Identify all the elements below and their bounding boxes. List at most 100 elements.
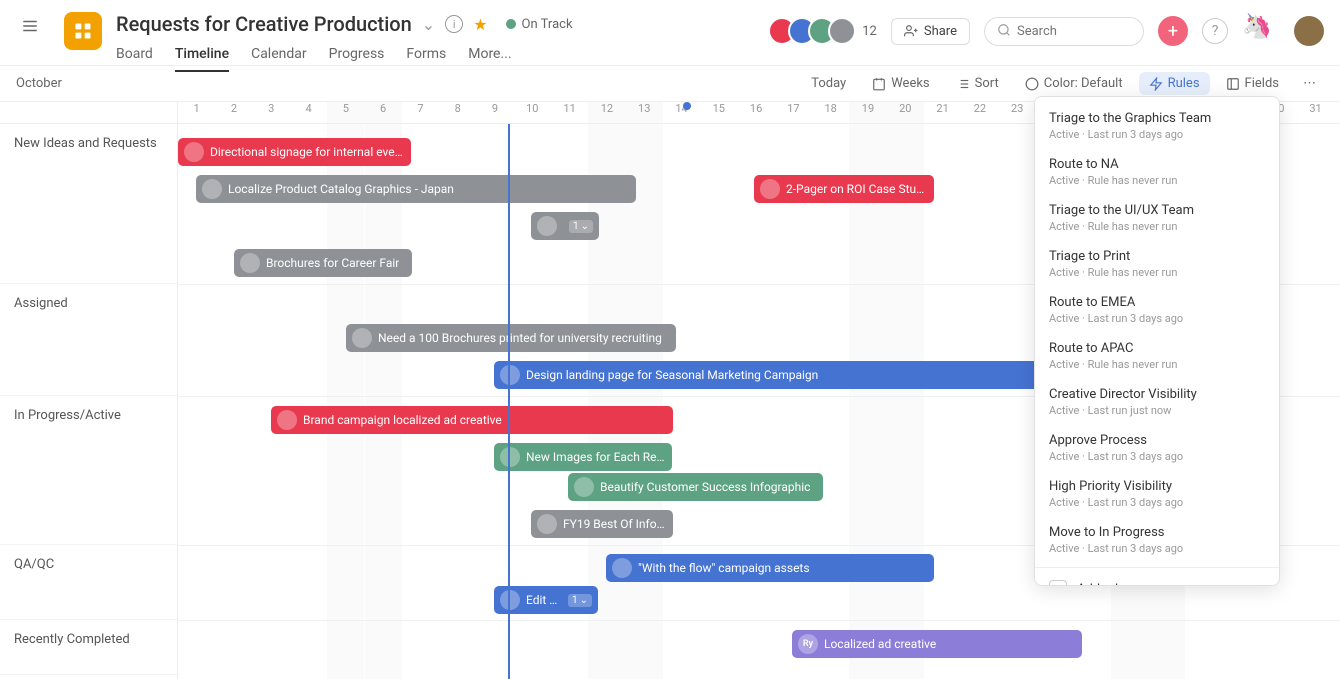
weekend-column — [626, 124, 663, 679]
avatar — [240, 253, 260, 273]
day-cell: 8 — [439, 102, 476, 123]
share-button[interactable]: Share — [891, 18, 970, 45]
status-text: On Track — [522, 17, 573, 32]
section-assigned[interactable]: Assigned — [0, 284, 177, 396]
avatar — [537, 514, 557, 534]
rule-meta: Active · Last run 3 days ago — [1049, 450, 1265, 463]
task-bar[interactable]: "With the flow" campaign assets — [606, 554, 934, 582]
weekend-column — [327, 124, 364, 679]
avatar — [277, 410, 297, 430]
rules-button[interactable]: Rules — [1139, 72, 1210, 95]
avatar — [760, 179, 780, 199]
rule-name: Triage to Print — [1049, 249, 1265, 264]
avatar — [574, 477, 594, 497]
rule-item[interactable]: Approve ProcessActive · Last run 3 days … — [1035, 425, 1279, 471]
search-input[interactable] — [1017, 24, 1131, 39]
tab-board[interactable]: Board — [116, 46, 153, 72]
task-label: FY19 Best Of Infographic — [563, 517, 667, 531]
app-header: Requests for Creative Production ⌄ i ★ O… — [0, 0, 1340, 65]
header-right: 12 Share + ? 🦄 — [776, 12, 1324, 50]
star-icon[interactable]: ★ — [473, 15, 487, 34]
rule-name: Route to EMEA — [1049, 295, 1265, 310]
task-bar[interactable]: Brand campaign localized ad creative — [271, 406, 673, 434]
status[interactable]: On Track — [506, 17, 573, 32]
task-bar[interactable]: RyLocalized ad creative — [792, 630, 1082, 658]
day-cell: 13 — [626, 102, 663, 123]
tab-progress[interactable]: Progress — [329, 46, 385, 72]
task-bar[interactable]: 2-Pager on ROI Case Study — [754, 175, 934, 203]
task-bar[interactable]: Edit Graph...1 ⌄ — [494, 586, 598, 614]
day-cell: 19 — [849, 102, 886, 123]
section-completed[interactable]: Recently Completed — [0, 620, 177, 675]
today-line — [508, 124, 510, 679]
rule-item[interactable]: Creative Director VisibilityActive · Las… — [1035, 379, 1279, 425]
project-title: Requests for Creative Production — [116, 12, 412, 36]
section-new-ideas[interactable]: New Ideas and Requests — [0, 124, 177, 284]
rule-meta: Active · Last run 3 days ago — [1049, 312, 1265, 325]
section-in-progress[interactable]: In Progress/Active — [0, 396, 177, 545]
avatar-count: 12 — [862, 24, 877, 39]
rule-meta: Active · Last run 3 days ago — [1049, 542, 1265, 555]
task-label: New Images for Each Regional Office — [526, 450, 666, 464]
add-button[interactable]: + — [1158, 16, 1188, 46]
task-bar[interactable]: B f1 ⌄ — [531, 212, 599, 240]
member-avatars[interactable]: 12 — [776, 17, 877, 45]
task-bar[interactable]: Need a 100 Brochures printed for univers… — [346, 324, 676, 352]
task-label: Design landing page for Seasonal Marketi… — [526, 368, 818, 382]
sort-button[interactable]: Sort — [946, 72, 1009, 95]
day-cell: 16 — [737, 102, 774, 123]
task-bar[interactable]: Beautify Customer Success Infographic — [568, 473, 823, 501]
rule-item[interactable]: Triage to PrintActive · Rule has never r… — [1035, 241, 1279, 287]
tabs: Board Timeline Calendar Progress Forms M… — [116, 46, 776, 72]
rule-name: Triage to the UI/UX Team — [1049, 203, 1265, 218]
rule-item[interactable]: Triage to the UI/UX TeamActive · Rule ha… — [1035, 195, 1279, 241]
rule-item[interactable]: High Priority VisibilityActive · Last ru… — [1035, 471, 1279, 517]
search-bar[interactable] — [984, 17, 1144, 46]
more-icon[interactable]: ⋯ — [1295, 72, 1324, 95]
day-cell: 1 — [178, 102, 215, 123]
section-divider — [178, 620, 1340, 621]
month-label: October — [16, 76, 62, 91]
weeks-button[interactable]: Weeks — [862, 72, 939, 95]
task-bar[interactable]: Directional signage for internal events — [178, 138, 411, 166]
avatar — [828, 17, 856, 45]
rule-item[interactable]: Route to APACActive · Rule has never run — [1035, 333, 1279, 379]
avatar — [202, 179, 222, 199]
chevron-down-icon[interactable]: ⌄ — [422, 15, 435, 34]
project-icon — [64, 12, 102, 50]
help-icon[interactable]: ? — [1202, 18, 1228, 44]
user-avatar[interactable] — [1294, 16, 1324, 46]
day-cell: 14 — [663, 102, 700, 123]
rule-name: Route to NA — [1049, 157, 1265, 172]
rule-item[interactable]: Route to NAActive · Rule has never run — [1035, 149, 1279, 195]
day-cell: 6 — [364, 102, 401, 123]
rule-item[interactable]: Route to EMEA Active · Last run 3 days ag… — [1035, 287, 1279, 333]
today-button[interactable]: Today — [801, 72, 856, 95]
task-bar[interactable]: Brochures for Career Fair — [234, 249, 412, 277]
tab-timeline[interactable]: Timeline — [175, 46, 229, 72]
fields-label: Fields — [1245, 76, 1279, 91]
search-icon — [997, 22, 1011, 41]
day-cell: 21 — [924, 102, 961, 123]
task-bar[interactable]: FY19 Best Of Infographic — [531, 510, 673, 538]
task-bar[interactable]: New Images for Each Regional Office — [494, 443, 672, 471]
task-label: Directional signage for internal events — [210, 145, 405, 159]
task-label: 2-Pager on ROI Case Study — [786, 182, 928, 196]
rule-item[interactable]: Triage to the Graphics TeamActive · Last… — [1035, 103, 1279, 149]
avatar — [184, 142, 204, 162]
section-qaqc[interactable]: QA/QC — [0, 545, 177, 620]
info-icon[interactable]: i — [445, 15, 463, 33]
task-bar[interactable]: Localize Product Catalog Graphics - Japa… — [196, 175, 636, 203]
section-col-header — [0, 102, 178, 123]
color-button[interactable]: Color: Default — [1015, 72, 1133, 95]
rule-item[interactable]: Move to In ProgressActive · Last run 3 d… — [1035, 517, 1279, 563]
tab-more[interactable]: More... — [468, 46, 511, 72]
fields-button[interactable]: Fields — [1216, 72, 1289, 95]
color-label: Color: Default — [1044, 76, 1123, 91]
menu-icon[interactable] — [16, 12, 44, 40]
tab-forms[interactable]: Forms — [406, 46, 446, 72]
avatar — [500, 590, 520, 610]
tab-calendar[interactable]: Calendar — [251, 46, 307, 72]
day-cell: 9 — [476, 102, 513, 123]
add-rule-button[interactable]: +Add rule — [1035, 572, 1279, 586]
